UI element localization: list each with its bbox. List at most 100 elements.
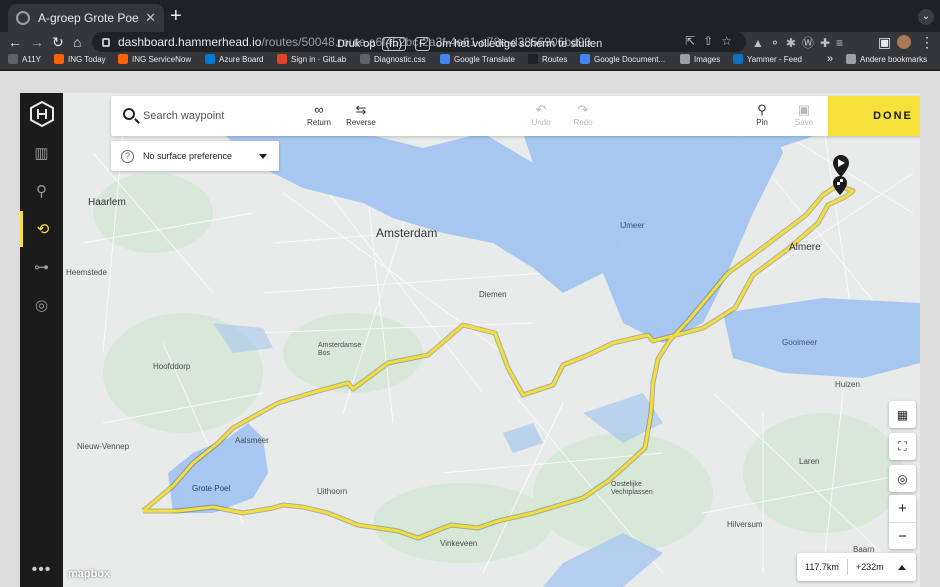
fullscreen-hint-post: om het volledige scherm te sluiten [435,38,603,50]
surface-preference-value: No surface preference [143,151,233,161]
tab-search-chevron-icon[interactable]: ⌄ [918,9,934,25]
map-label-huizen: Huizen [835,380,860,389]
expand-up-icon[interactable] [897,564,906,570]
bookmark-google-translate[interactable]: Google Translate [440,54,515,64]
zoom-out-button[interactable]: − [889,522,916,549]
chevron-down-icon [259,154,267,159]
browser-menu-icon[interactable]: ⋮ [920,32,934,52]
zoom-control: + − [889,495,916,549]
surface-preference-select[interactable]: ? No surface preference [111,141,279,171]
locate-button[interactable]: ◎ [889,465,916,492]
back-arrow-icon[interactable]: ← [8,32,22,52]
pin-button[interactable]: ⚲ Pin [742,102,782,127]
bookmark-google-documents[interactable]: Google Document... [580,54,665,64]
undo-icon: ↶ [535,102,547,117]
nav-workouts[interactable]: ⊶ [20,249,63,285]
fullscreen-hint: Druk op (fn) F om het volledige scherm t… [337,37,603,51]
map-label-amsterdamse-bos: Amsterdamse Bos [318,342,362,357]
browser-tab[interactable]: A-groep Grote Poel 117,7km ✕ [8,4,164,32]
close-tab-icon[interactable]: ✕ [145,10,156,26]
map-label-amsterdam: Amsterdam [376,226,438,240]
lock-icon [102,37,110,47]
route-map[interactable]: Amsterdam Haarlem Heemstede Almere IJmee… [63,93,920,587]
reverse-button[interactable]: ⇆ Reverse [341,102,381,127]
bookmark-other[interactable]: Andere bookmarks [846,54,927,64]
new-tab-icon[interactable]: + [170,5,182,27]
map-label-hoofddorp: Hoofddorp [153,362,191,371]
home-icon[interactable]: ⌂ [73,32,81,52]
map-label-laren: Laren [799,457,820,466]
swap-arrows-icon: ⇆ [355,102,367,117]
map-label-aalsmeer: Aalsmeer [235,436,269,445]
sidebar-panel-icon[interactable]: ▣ [878,32,891,52]
map-label-hilversum: Hilversum [727,520,763,529]
zoom-in-button[interactable]: + [889,495,916,522]
more-dots-icon[interactable]: ••• [20,561,63,579]
bookmark-gitlab[interactable]: Sign in · GitLab [277,54,346,64]
folder-icon [8,54,18,64]
bicycle-icon: ⚲ [36,183,47,200]
fullscreen-hint-pre: Druk op [337,38,376,50]
undo-button[interactable]: ↶ Undo [521,102,561,127]
fit-bounds-icon: ⛶ [898,439,907,453]
microsoft-icon [205,54,215,64]
mapbox-logo[interactable]: mapbox [68,568,110,580]
fullscreen-key-f: F [415,37,430,51]
route-icon: ⟲ [36,221,50,238]
map-label-heemstede: Heemstede [66,268,107,277]
bar-chart-icon: ▥ [34,145,49,162]
nav-routes[interactable]: ⟲ [20,211,63,247]
extension-icons[interactable]: ▲⚬✱Ⓦ✚≡ [752,34,849,51]
route-builder: ▥ ⚲ ⟲ ⊶ ◎ ••• Amsterdam Haarlem Heemsted… [20,93,920,587]
folder-icon [846,54,856,64]
bookmark-images[interactable]: Images [680,54,720,64]
hammerhead-logo-icon[interactable] [29,101,55,127]
redo-button[interactable]: ↷ Redo [563,102,603,127]
side-nav: ▥ ⚲ ⟲ ⊶ ◎ ••• [20,93,63,587]
bookmark-routes[interactable]: Routes [528,54,567,64]
map-label-oostelijke-vechtplassen: Oostelijke Vechtplassen [611,481,653,496]
bookmark-ing-today[interactable]: ING Today [54,54,106,64]
forward-arrow-icon[interactable]: → [30,32,44,52]
profile-avatar[interactable] [897,35,911,49]
map-icon: ▦ [896,407,909,422]
map-label-haarlem: Haarlem [88,197,126,208]
redo-icon: ↷ [577,102,589,117]
map-label-gooimeer: Gooimeer [782,338,818,347]
map-style-button[interactable]: ▦ [889,401,916,428]
route-elevation: +232m [855,562,884,572]
reload-icon[interactable]: ↻ [52,32,64,52]
done-button[interactable]: DONE [828,96,920,136]
bookmark-a11y[interactable]: A11Y [8,54,41,64]
nav-progress[interactable]: ◎ [20,287,63,323]
omnibox-action-icons[interactable]: ⇱⇧☆ [685,34,740,48]
nav-rides[interactable]: ⚲ [20,173,63,209]
search-waypoint-input[interactable] [143,106,293,126]
bookmark-azure-board[interactable]: Azure Board [205,54,263,64]
docs-icon [580,54,590,64]
map-label-diemen: Diemen [479,290,507,299]
infinity-loop-icon: ∞ [314,102,324,117]
nav-analytics[interactable]: ▥ [20,135,63,171]
route-toolbar: ∞Return ⇆Reverse ↶Undo ↷Redo ⚲Pin ▣Save … [111,96,920,136]
globe-icon [360,54,370,64]
bookmark-ing-servicenow[interactable]: ING ServiceNow [118,54,191,64]
ing-icon [54,54,64,64]
map-label-ijmeer: IJmeer [620,221,645,230]
yammer-icon [733,54,743,64]
browser-tab-strip: A-groep Grote Poel 117,7km ✕ + ⌄ [0,0,940,32]
bookmark-yammer[interactable]: Yammer - Feed [733,54,802,64]
gitlab-icon [277,54,287,64]
help-circle-icon[interactable]: ? [121,149,134,163]
bookmarks-bar: A11Y ING Today ING ServiceNow Azure Boar… [0,52,940,70]
map-pin-icon: ⚲ [757,102,767,117]
app-viewport: ▥ ⚲ ⟲ ⊶ ◎ ••• Amsterdam Haarlem Heemsted… [0,71,940,587]
return-button[interactable]: ∞ Return [299,102,339,127]
map-label-nieuw-vennep: Nieuw-Vennep [77,442,130,451]
bookmarks-overflow-icon[interactable]: » [827,53,833,65]
routes-icon [528,54,538,64]
save-button[interactable]: ▣ Save [784,102,824,127]
bookmark-diagnostic-css[interactable]: Diagnostic.css [360,54,426,64]
fit-route-button[interactable]: ⛶ [889,433,916,460]
route-stats[interactable]: 117.7km +232m [797,553,916,581]
